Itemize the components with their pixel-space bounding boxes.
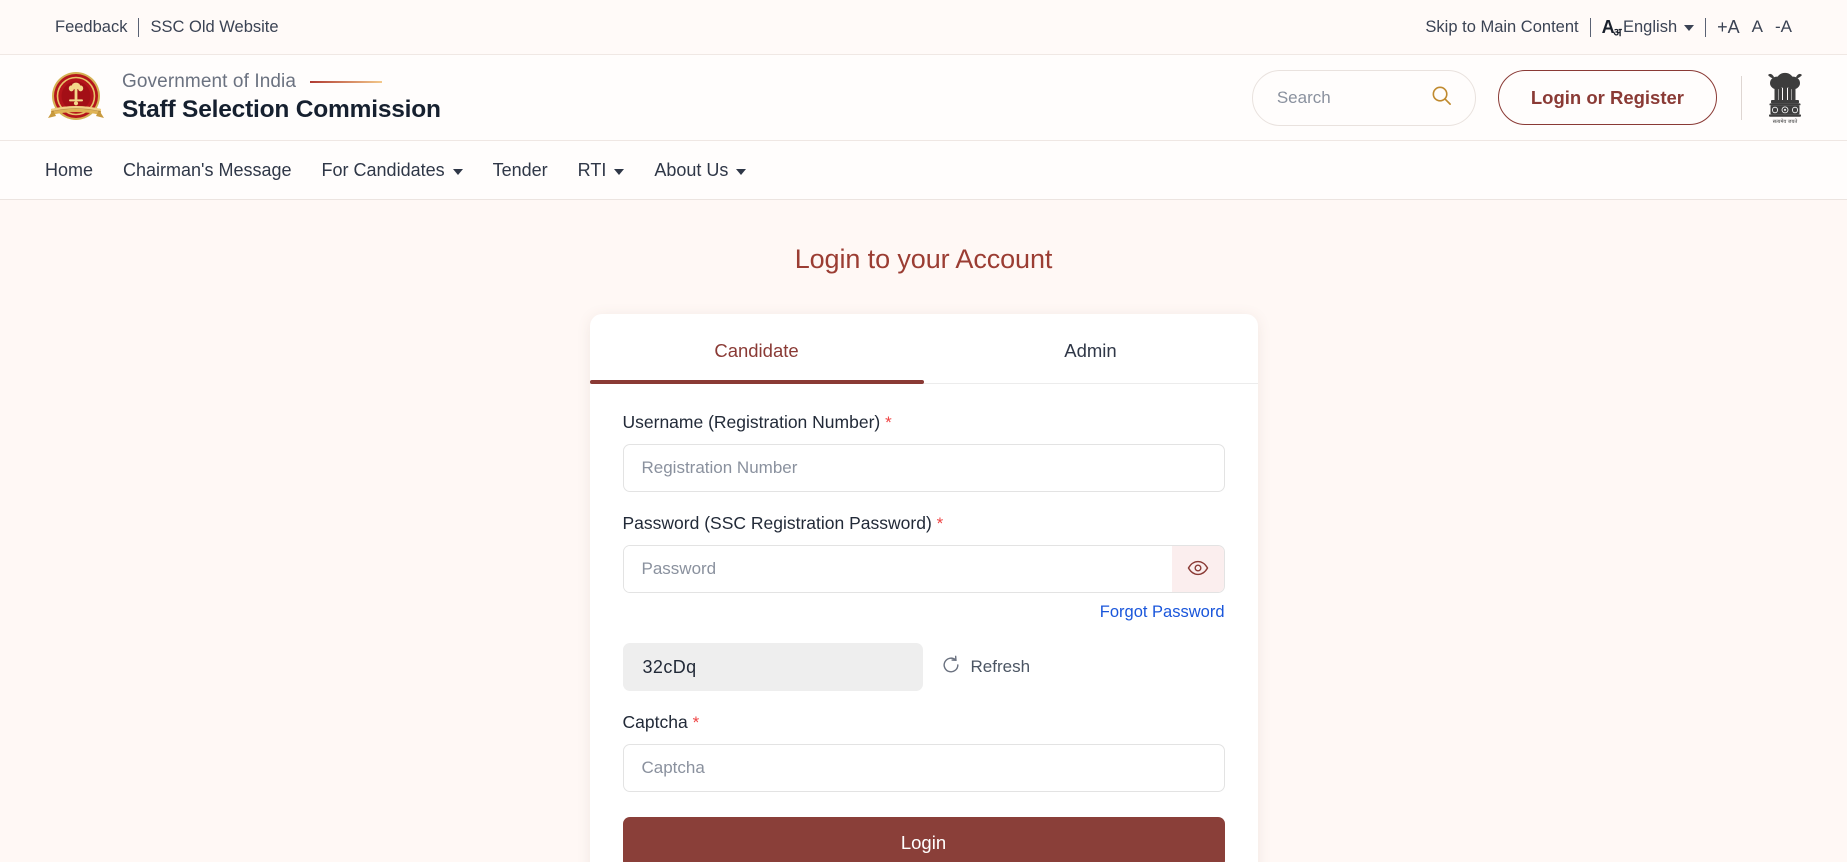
chevron-down-icon	[614, 169, 625, 175]
login-submit-button[interactable]: Login	[622, 817, 1225, 862]
feedback-link[interactable]: Feedback	[55, 18, 127, 37]
password-field-group: Password (SSC Registration Password) * F…	[622, 513, 1225, 622]
username-input[interactable]	[622, 444, 1225, 492]
login-tabs: Candidate Admin	[589, 314, 1258, 384]
password-label-text: Password (SSC Registration Password)	[622, 513, 932, 533]
refresh-icon	[941, 655, 961, 680]
nav-item-label: RTI	[577, 159, 607, 180]
search-box[interactable]	[1251, 69, 1476, 126]
utility-bar: Feedback SSC Old Website Skip to Main Co…	[0, 0, 1847, 55]
nav-item-about-us[interactable]: About Us	[654, 159, 747, 181]
tab-admin[interactable]: Admin	[924, 314, 1258, 383]
chevron-down-icon	[1684, 25, 1695, 31]
password-input[interactable]	[623, 546, 1172, 592]
search-input[interactable]	[1276, 87, 1417, 108]
utility-links: Feedback SSC Old Website	[55, 17, 279, 37]
header-right: Login or Register	[1251, 69, 1807, 126]
ssc-old-website-link[interactable]: SSC Old Website	[150, 18, 278, 37]
captcha-label-text: Captcha	[622, 712, 688, 732]
login-card: Candidate Admin Username (Registration N…	[589, 314, 1258, 862]
font-decrease-button[interactable]: -A	[1775, 17, 1792, 37]
chevron-down-icon	[452, 169, 463, 175]
nav-item-rti[interactable]: RTI	[578, 160, 625, 181]
ssc-logo-icon	[45, 67, 107, 129]
utility-right-group: Skip to Main Content Aअ English +A A -A	[1425, 17, 1792, 39]
primary-navigation: Home Chairman's Message For Candidates T…	[0, 141, 1847, 200]
font-normal-button[interactable]: A	[1752, 17, 1763, 37]
required-asterisk: *	[885, 413, 892, 432]
login-form: Username (Registration Number) * Passwor…	[590, 384, 1258, 862]
language-selected-value: English	[1623, 17, 1678, 36]
utility-divider	[1705, 17, 1707, 37]
chevron-down-icon	[736, 169, 747, 175]
header-divider	[1741, 75, 1742, 120]
page-title: Login to your Account	[794, 244, 1053, 274]
password-input-wrapper	[622, 545, 1225, 593]
nav-item-home[interactable]: Home	[45, 160, 93, 181]
required-asterisk: *	[692, 713, 700, 732]
required-asterisk: *	[936, 514, 944, 533]
refresh-label: Refresh	[970, 657, 1031, 676]
tab-candidate[interactable]: Candidate	[589, 314, 924, 384]
font-size-controls: +A A -A	[1717, 17, 1792, 38]
tab-label: Admin	[1064, 340, 1117, 361]
font-increase-button[interactable]: +A	[1717, 17, 1740, 38]
brand-text: Government of India Staff Selection Comm…	[122, 71, 441, 124]
captcha-display-row: 32cDq Refresh	[622, 643, 1225, 691]
nav-item-label: Chairman's Message	[123, 159, 292, 180]
login-or-register-button[interactable]: Login or Register	[1497, 70, 1717, 125]
svg-text:सत्यमेव जयते: सत्यमेव जयते	[1773, 118, 1798, 125]
nav-item-label: Home	[45, 159, 94, 180]
tab-label: Candidate	[714, 340, 799, 361]
utility-divider	[1589, 17, 1591, 37]
nav-item-label: For Candidates	[321, 159, 445, 180]
password-label: Password (SSC Registration Password) *	[623, 513, 1225, 534]
username-label-text: Username (Registration Number)	[622, 412, 881, 432]
nav-item-label: Tender	[492, 159, 548, 180]
government-of-india-label: Government of India	[122, 71, 297, 92]
forgot-password-row: Forgot Password	[623, 603, 1225, 622]
nav-item-for-candidates[interactable]: For Candidates	[322, 160, 463, 181]
language-selector[interactable]: Aअ English	[1601, 17, 1695, 39]
organization-name: Staff Selection Commission	[122, 96, 441, 123]
government-line-row: Government of India	[122, 71, 441, 93]
search-icon[interactable]	[1430, 84, 1453, 112]
brand-rule	[310, 81, 383, 83]
refresh-captcha-button[interactable]: Refresh	[941, 655, 1031, 680]
captcha-input[interactable]	[622, 744, 1225, 792]
language-icon: Aअ	[1601, 17, 1622, 39]
skip-to-main-content-link[interactable]: Skip to Main Content	[1425, 18, 1578, 37]
username-field-group: Username (Registration Number) *	[622, 412, 1225, 492]
utility-divider	[138, 17, 140, 37]
toggle-password-visibility-button[interactable]	[1171, 546, 1224, 592]
national-emblem-icon: सत्यमेव जयते	[1763, 70, 1807, 126]
username-label: Username (Registration Number) *	[623, 412, 1225, 433]
nav-item-tender[interactable]: Tender	[493, 160, 548, 181]
nav-item-chairmans-message[interactable]: Chairman's Message	[123, 160, 292, 181]
captcha-label: Captcha *	[623, 712, 1225, 733]
captcha-field-group: Captcha *	[622, 712, 1225, 792]
forgot-password-link[interactable]: Forgot Password	[1100, 603, 1225, 622]
brand-block[interactable]: Government of India Staff Selection Comm…	[45, 67, 441, 129]
captcha-code-display: 32cDq	[622, 643, 923, 691]
nav-item-label: About Us	[654, 159, 729, 180]
eye-icon	[1187, 557, 1209, 582]
page-body: Login to your Account Candidate Admin Us…	[0, 200, 1847, 862]
site-header: Government of India Staff Selection Comm…	[0, 55, 1847, 141]
